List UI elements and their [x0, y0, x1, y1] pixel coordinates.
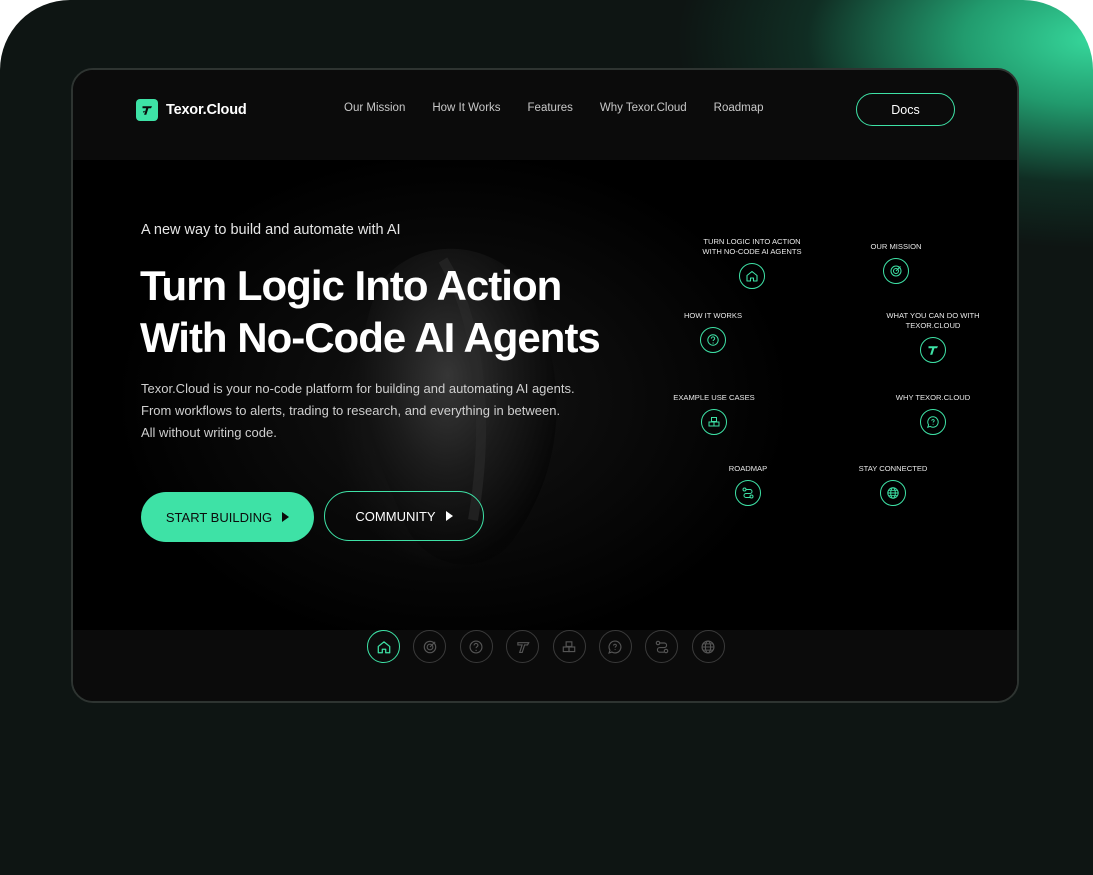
hero-tagline: A new way to build and automate with AI	[141, 222, 401, 238]
hero-description: Texor.Cloud is your no-code platform for…	[141, 378, 661, 444]
route-icon	[735, 480, 761, 506]
section-dot-why-texor[interactable]	[598, 630, 632, 663]
nav-link-how-it-works[interactable]: How It Works	[432, 102, 500, 114]
nav-link-why-texor[interactable]: Why Texor.Cloud	[600, 102, 687, 114]
home-icon	[377, 640, 390, 653]
hero-section: A new way to build and automate with AI …	[73, 160, 1017, 630]
map-node-label: ROADMAP	[728, 464, 768, 473]
docs-button[interactable]: Docs	[856, 93, 955, 126]
map-node-label: OUR MISSION	[870, 242, 922, 251]
question-icon	[469, 639, 483, 654]
headline-line-2: With No-Code AI Agents	[140, 314, 601, 361]
section-navigation-bar	[73, 630, 1017, 701]
map-node-label: EXAMPLE USE CASES	[673, 393, 755, 402]
brand-logo[interactable]: Texor.Cloud	[136, 99, 247, 121]
headline-line-1: Turn Logic Into Action	[140, 262, 562, 309]
chat-question-icon	[608, 639, 622, 654]
brand-name: Texor.Cloud	[166, 102, 247, 118]
map-node-label: WHY TEXOR.CLOUD	[895, 393, 971, 402]
nav-link-our-mission[interactable]: Our Mission	[344, 102, 405, 114]
section-dot-stay-connected[interactable]	[691, 630, 725, 663]
browser-frame: Texor.Cloud Our Mission How It Works Fea…	[71, 68, 1019, 703]
section-dot-example-use-cases[interactable]	[552, 630, 586, 663]
community-label: COMMUNITY	[355, 508, 436, 524]
blocks-icon	[562, 640, 576, 652]
map-node-label: WHAT YOU CAN DO WITH TEXOR.CLOUD	[886, 311, 980, 330]
start-building-label: START BUILDING	[165, 509, 273, 525]
map-node-example-use-cases[interactable]: EXAMPLE USE CASES	[664, 393, 764, 435]
map-node-label: HOW IT WORKS	[683, 311, 743, 320]
map-node-roadmap[interactable]: ROADMAP	[703, 464, 793, 506]
section-dot-home[interactable]	[367, 630, 400, 663]
section-dots	[367, 630, 725, 663]
section-dot-our-mission[interactable]	[413, 630, 447, 663]
community-button[interactable]: COMMUNITY	[324, 491, 484, 541]
chat-question-icon	[920, 409, 946, 435]
description-line-2: From workflows to alerts, trading to res…	[141, 403, 561, 418]
top-navigation: Texor.Cloud Our Mission How It Works Fea…	[73, 70, 1017, 160]
texor-logo-icon	[136, 99, 158, 121]
nav-links: Our Mission How It Works Features Why Te…	[344, 102, 764, 114]
route-icon	[655, 640, 669, 653]
map-node-home[interactable]: TURN LOGIC INTO ACTION WITH NO-CODE AI A…	[697, 237, 807, 289]
description-line-3: All without writing code.	[141, 425, 277, 440]
question-icon	[700, 327, 726, 353]
play-arrow-icon	[282, 512, 290, 522]
map-node-what-you-can-do[interactable]: WHAT YOU CAN DO WITH TEXOR.CLOUD	[873, 311, 993, 363]
texor-logo-icon	[516, 641, 530, 653]
map-node-why-texor[interactable]: WHY TEXOR.CLOUD	[888, 393, 978, 435]
play-arrow-icon	[445, 511, 453, 521]
blocks-icon	[701, 409, 727, 435]
description-line-1: Texor.Cloud is your no-code platform for…	[141, 381, 575, 396]
section-dot-roadmap[interactable]	[645, 630, 679, 663]
home-icon	[739, 263, 765, 289]
section-dot-how-it-works[interactable]	[459, 630, 493, 663]
target-icon	[423, 640, 437, 653]
globe-icon	[880, 480, 906, 506]
map-node-our-mission[interactable]: OUR MISSION	[851, 242, 941, 284]
map-node-how-it-works[interactable]: HOW IT WORKS	[668, 311, 758, 353]
nav-link-roadmap[interactable]: Roadmap	[714, 102, 764, 114]
map-node-label: TURN LOGIC INTO ACTION WITH NO-CODE AI A…	[702, 237, 802, 256]
texor-logo-icon	[920, 337, 946, 363]
nav-link-features[interactable]: Features	[528, 102, 573, 114]
map-node-stay-connected[interactable]: STAY CONNECTED	[848, 464, 938, 506]
hero-headline: Turn Logic Into Action With No-Code AI A…	[140, 260, 660, 364]
target-icon	[883, 258, 909, 284]
section-dot-what-you-can-do[interactable]	[506, 630, 540, 663]
globe-icon	[701, 639, 715, 654]
start-building-button[interactable]: START BUILDING	[141, 492, 314, 542]
map-node-label: STAY CONNECTED	[858, 464, 928, 473]
background-panel: Texor.Cloud Our Mission How It Works Fea…	[0, 0, 1093, 875]
